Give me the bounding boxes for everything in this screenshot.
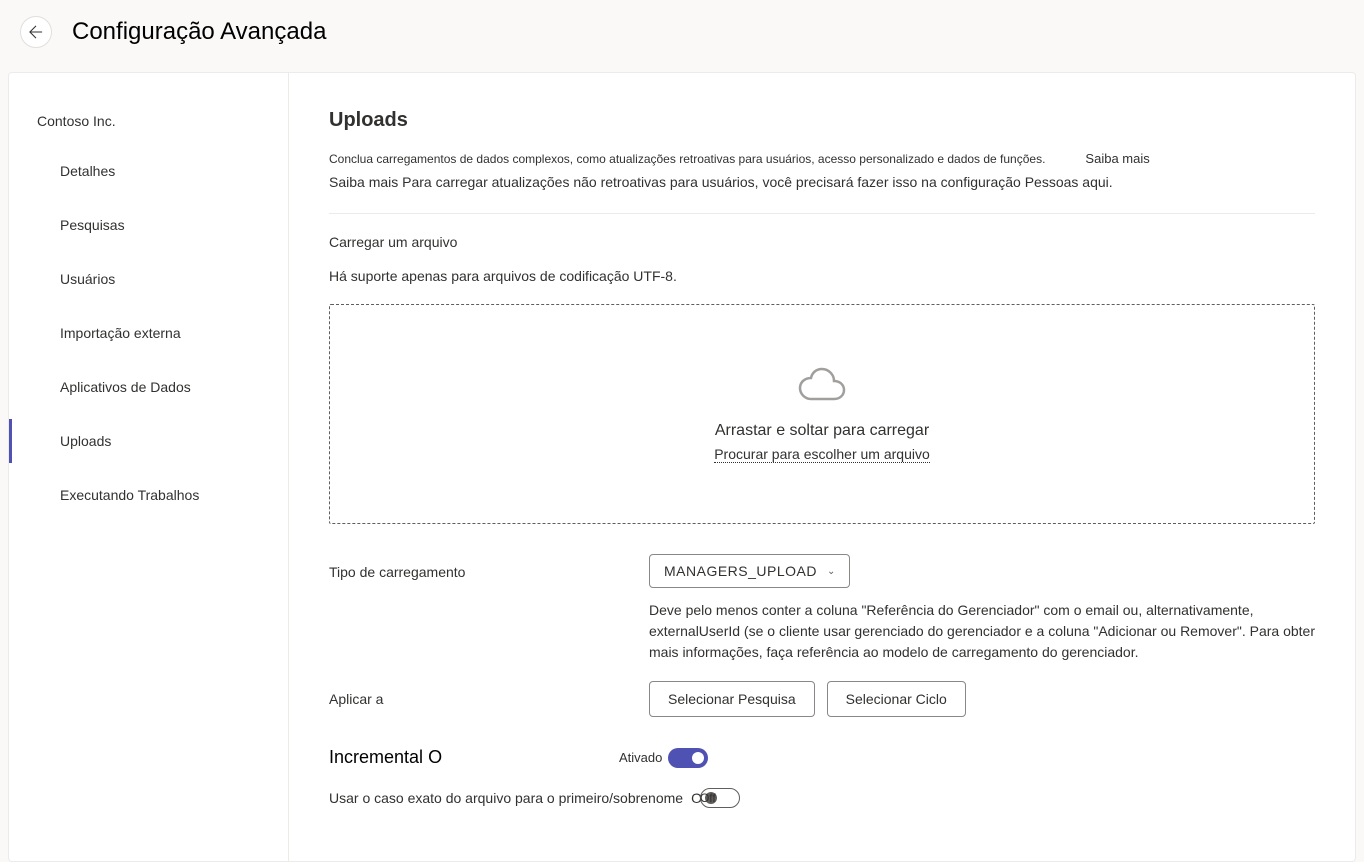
upload-type-label: Tipo de carregamento	[329, 554, 649, 580]
select-survey-button[interactable]: Selecionar Pesquisa	[649, 681, 815, 717]
sidebar: Contoso Inc. Detalhes Pesquisas Usuários…	[9, 73, 289, 861]
section-title: Uploads	[329, 109, 1315, 132]
apply-to-label: Aplicar a	[329, 681, 649, 707]
arrow-left-icon	[29, 25, 43, 39]
divider	[329, 213, 1315, 214]
sidebar-item-uploads[interactable]: Uploads	[9, 419, 288, 463]
cloud-upload-icon	[798, 365, 846, 405]
incremental-toggle[interactable]	[668, 748, 708, 768]
dropzone-text: Arrastar e soltar para carregar	[350, 422, 1294, 440]
exact-case-row: Usar o caso exato do arquivo para o prim…	[329, 788, 1315, 808]
upload-type-row: Tipo de carregamento MANAGERS_UPLOAD ⌄ D…	[329, 554, 1315, 663]
org-name[interactable]: Contoso Inc.	[9, 103, 288, 149]
upload-type-help: Deve pelo menos conter a coluna "Referên…	[649, 600, 1315, 663]
description-text: Conclua carregamentos de dados complexos…	[329, 150, 1045, 168]
description-text-2: Saiba mais Para carregar atualizações nã…	[329, 172, 1315, 193]
file-dropzone[interactable]: Arrastar e soltar para carregar Procurar…	[329, 304, 1315, 524]
page-header: Configuração Avançada	[0, 0, 1364, 72]
back-button[interactable]	[20, 16, 52, 48]
upload-section-title: Carregar um arquivo	[329, 234, 1315, 250]
incremental-row: Incremental O Ativado	[329, 747, 1315, 768]
sidebar-item-running-jobs[interactable]: Executando Trabalhos	[9, 473, 288, 517]
sidebar-item-details[interactable]: Detalhes	[9, 149, 288, 193]
content-area: Uploads Conclua carregamentos de dados c…	[289, 73, 1355, 861]
exact-case-label: Usar o caso exato do arquivo para o prim…	[329, 790, 683, 806]
main-container: Contoso Inc. Detalhes Pesquisas Usuários…	[8, 72, 1356, 862]
encoding-hint: Há suporte apenas para arquivos de codif…	[329, 268, 1315, 284]
incremental-state: Ativado	[619, 750, 662, 765]
upload-type-dropdown[interactable]: MANAGERS_UPLOAD ⌄	[649, 554, 850, 588]
incremental-info: O	[428, 747, 442, 767]
select-cycle-button[interactable]: Selecionar Ciclo	[827, 681, 966, 717]
exact-case-state: Off	[700, 791, 716, 805]
page-title: Configuração Avançada	[72, 18, 326, 46]
description-row: Conclua carregamentos de dados complexos…	[329, 150, 1315, 168]
learn-more-link[interactable]: Saiba mais	[1085, 151, 1149, 166]
browse-link[interactable]: Procurar para escolher um arquivo	[714, 446, 930, 463]
chevron-down-icon: ⌄	[827, 566, 835, 577]
sidebar-item-surveys[interactable]: Pesquisas	[9, 203, 288, 247]
dropdown-value: MANAGERS_UPLOAD	[664, 563, 817, 579]
sidebar-item-external-import[interactable]: Importação externa	[9, 311, 288, 355]
apply-to-row: Aplicar a Selecionar Pesquisa Selecionar…	[329, 681, 1315, 717]
toggle-knob	[692, 752, 704, 764]
sidebar-item-data-apps[interactable]: Aplicativos de Dados	[9, 365, 288, 409]
sidebar-item-users[interactable]: Usuários	[9, 257, 288, 301]
incremental-label: Incremental O	[329, 747, 619, 768]
